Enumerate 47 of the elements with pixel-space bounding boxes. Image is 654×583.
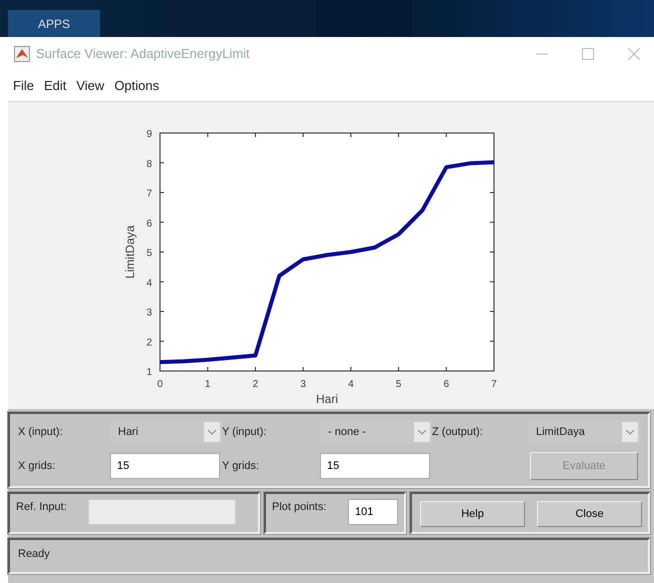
y-tick-label: 2 — [146, 337, 152, 348]
dropdown[interactable]: Hari — [110, 420, 222, 444]
dropdown[interactable]: - none - — [320, 420, 432, 444]
status-text: Ready — [18, 548, 50, 560]
y-tick-label: 6 — [146, 218, 152, 230]
y-tick-label: 8 — [146, 158, 152, 170]
field-label: Plot points: — [272, 500, 328, 515]
input-field[interactable]: 15 — [110, 453, 220, 479]
x-tick-label: 3 — [300, 379, 306, 390]
input-field[interactable]: 101 — [348, 499, 398, 525]
x-tick-label: 5 — [396, 379, 402, 390]
dropdown[interactable]: LimitDaya — [528, 420, 640, 444]
x-tick-label: 0 — [157, 379, 163, 390]
x-axis-label: Hari — [316, 392, 338, 406]
menu-item[interactable]: View — [71, 76, 110, 96]
y-tick-label: 3 — [146, 308, 152, 318]
x-tick-label: 6 — [444, 379, 450, 390]
y-axis-label: LimitDaya — [123, 225, 137, 279]
field-label: X grids: — [18, 458, 56, 474]
close-icon[interactable] — [628, 48, 640, 60]
y-tick-label: 1 — [146, 367, 152, 378]
y-tick-label: 9 — [146, 129, 152, 140]
apps-tab[interactable]: APPS — [8, 10, 100, 37]
input-field[interactable]: 15 — [320, 453, 430, 479]
caret-icon — [204, 422, 220, 442]
y-tick-label: 5 — [146, 248, 152, 259]
field-label: Y (input): — [222, 424, 268, 440]
field-label: Y grids: — [222, 458, 260, 474]
menu-item[interactable]: Edit — [38, 76, 72, 96]
window-title: Surface Viewer: AdaptiveEnergyLimit — [36, 44, 250, 63]
y-tick-label: 4 — [146, 278, 152, 289]
x-tick-label: 1 — [204, 379, 210, 390]
x-tick-label: 7 — [491, 379, 497, 390]
field-label: Ref. Input: — [16, 500, 68, 515]
caret-icon — [622, 422, 638, 442]
field-label: Z (output): — [432, 424, 484, 440]
y-tick-label: 7 — [146, 188, 152, 200]
caret-icon — [414, 422, 430, 442]
maximize-icon[interactable] — [582, 48, 594, 60]
x-tick-label: 2 — [252, 379, 258, 390]
field-label: X (input): — [18, 424, 64, 440]
push-button[interactable]: Close — [537, 501, 642, 527]
app-icon — [14, 46, 30, 62]
x-tick-label: 4 — [348, 379, 354, 390]
push-button[interactable]: Help — [420, 501, 525, 527]
menu-item[interactable]: Options — [109, 76, 164, 96]
menu-item[interactable]: File — [8, 76, 39, 96]
